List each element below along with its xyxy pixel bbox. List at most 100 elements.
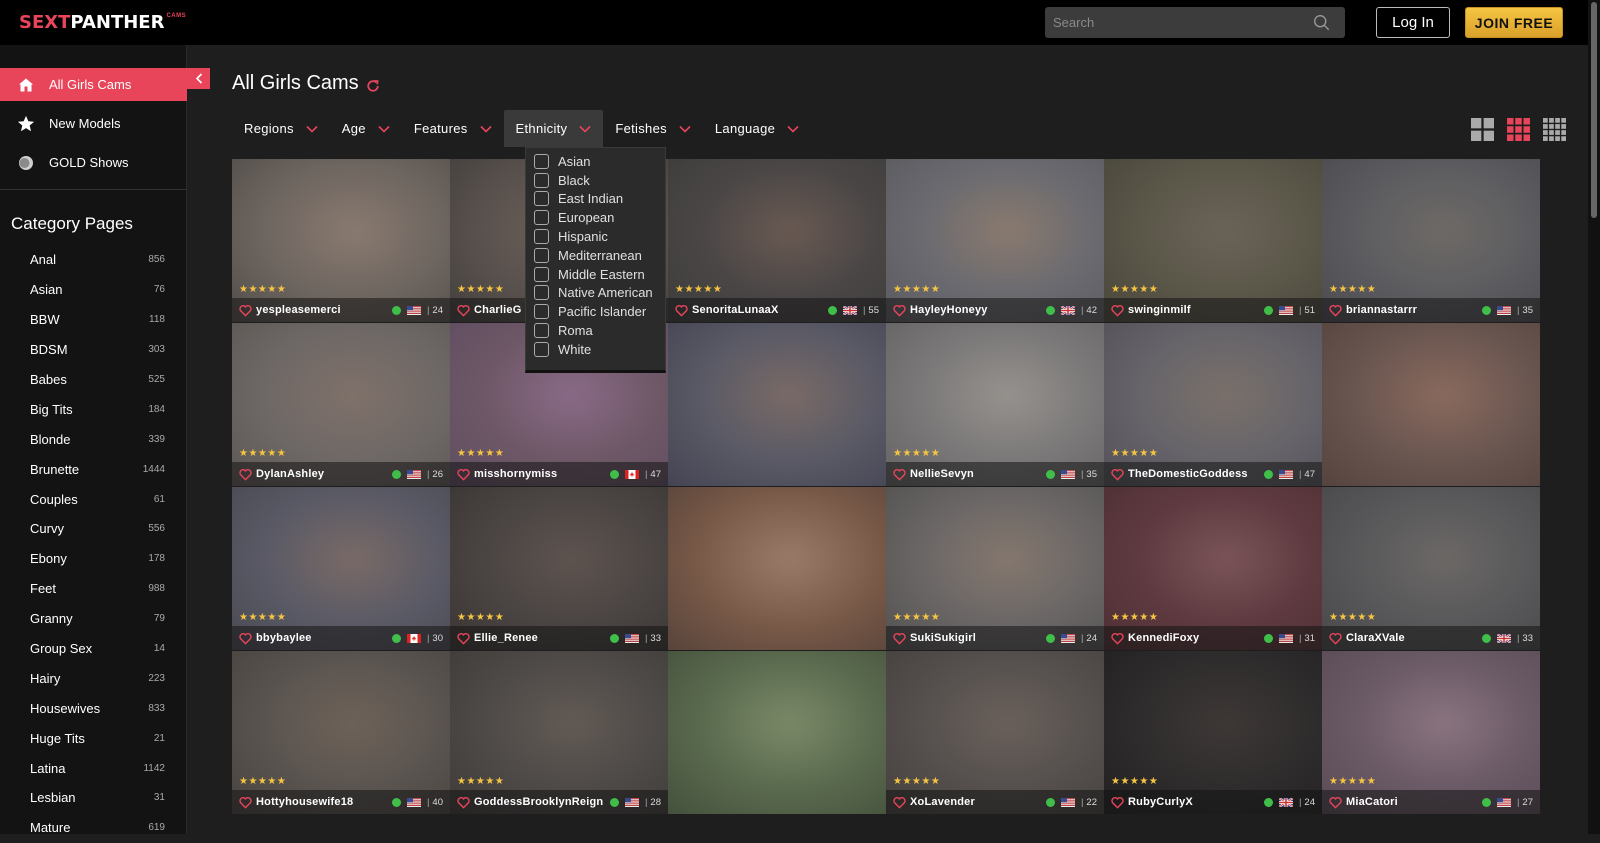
- cam-tile[interactable]: ★★★★★ swinginmilf | 51: [1104, 159, 1322, 322]
- checkbox[interactable]: [534, 323, 549, 339]
- model-name[interactable]: GoddessBrooklynReign: [474, 796, 603, 808]
- cam-tile[interactable]: ★★★★★ Ellie_Renee | 33: [450, 487, 668, 650]
- heart-icon[interactable]: [1111, 468, 1124, 481]
- model-name[interactable]: briannastarrr: [1346, 304, 1417, 316]
- heart-icon[interactable]: [1329, 632, 1342, 645]
- sidebar-nav-new-models[interactable]: New Models: [0, 107, 187, 140]
- heart-icon[interactable]: [893, 304, 906, 317]
- cam-tile[interactable]: ★★★★★ briannastarrr | 35: [1322, 159, 1540, 322]
- category-link[interactable]: Lesbian 31: [0, 783, 187, 813]
- model-name[interactable]: ClaraXVale: [1346, 632, 1405, 644]
- checkbox[interactable]: [534, 210, 549, 226]
- heart-icon[interactable]: [893, 468, 906, 481]
- model-name[interactable]: Hottyhousewife18: [256, 796, 353, 808]
- cam-tile[interactable]: [1322, 323, 1540, 486]
- cam-tile[interactable]: ★★★★★ XoLavender | 22: [886, 651, 1104, 814]
- grid-small-icon[interactable]: [1543, 118, 1566, 141]
- category-link[interactable]: BDSM 303: [0, 335, 187, 365]
- heart-icon[interactable]: [239, 632, 252, 645]
- checkbox[interactable]: [534, 172, 549, 188]
- heart-icon[interactable]: [457, 304, 470, 317]
- checkbox[interactable]: [534, 341, 549, 357]
- cam-tile[interactable]: ★★★★★ TheDomesticGoddess | 47: [1104, 323, 1322, 486]
- cam-tile[interactable]: ★★★★★ bbybaylee | 30: [232, 487, 450, 650]
- ethnicity-option[interactable]: Mediterranean: [534, 246, 642, 265]
- heart-icon[interactable]: [239, 796, 252, 809]
- model-name[interactable]: RubyCurlyX: [1128, 796, 1193, 808]
- model-name[interactable]: SukiSukigirl: [910, 632, 976, 644]
- heart-icon[interactable]: [675, 304, 688, 317]
- checkbox[interactable]: [534, 304, 549, 320]
- cam-tile[interactable]: ★★★★★ yespleasemerci | 24: [232, 159, 450, 322]
- heart-icon[interactable]: [1111, 304, 1124, 317]
- filter-age[interactable]: Age: [330, 110, 402, 147]
- sidebar-nav-gold-shows[interactable]: GOLD Shows: [0, 146, 187, 179]
- page-scrollbar[interactable]: [1588, 0, 1600, 834]
- cam-tile[interactable]: [668, 323, 886, 486]
- category-link[interactable]: Anal 856: [0, 245, 187, 275]
- checkbox[interactable]: [534, 247, 549, 263]
- ethnicity-option[interactable]: Hispanic: [534, 227, 608, 246]
- ethnicity-option[interactable]: Asian: [534, 152, 591, 171]
- checkbox[interactable]: [534, 285, 549, 301]
- filter-fetishes[interactable]: Fetishes: [603, 110, 703, 147]
- category-link[interactable]: Ebony 178: [0, 544, 187, 574]
- model-name[interactable]: misshornymiss: [474, 468, 557, 480]
- cam-tile[interactable]: ★★★★★ KennediFoxy | 31: [1104, 487, 1322, 650]
- ethnicity-option[interactable]: European: [534, 208, 614, 227]
- filter-features[interactable]: Features: [402, 110, 504, 147]
- model-name[interactable]: bbybaylee: [256, 632, 312, 644]
- cam-tile[interactable]: ★★★★★ DylanAshley | 26: [232, 323, 450, 486]
- category-link[interactable]: Mature 619: [0, 813, 187, 843]
- cam-tile[interactable]: ★★★★★ SukiSukigirl | 24: [886, 487, 1104, 650]
- model-name[interactable]: yespleasemerci: [256, 304, 341, 316]
- checkbox[interactable]: [534, 153, 549, 169]
- login-button[interactable]: Log In: [1376, 7, 1450, 38]
- model-name[interactable]: DylanAshley: [256, 468, 324, 480]
- model-name[interactable]: TheDomesticGoddess: [1128, 468, 1248, 480]
- category-link[interactable]: Big Tits 184: [0, 394, 187, 424]
- ethnicity-option[interactable]: Native American: [534, 284, 653, 303]
- ethnicity-option[interactable]: Pacific Islander: [534, 302, 646, 321]
- ethnicity-option[interactable]: Black: [534, 171, 590, 190]
- cam-tile[interactable]: ★★★★★ SenoritaLunaaX | 55: [668, 159, 886, 322]
- category-link[interactable]: Asian 76: [0, 275, 187, 305]
- grid-medium-icon[interactable]: [1507, 118, 1530, 141]
- scrollbar-thumb[interactable]: [1591, 2, 1597, 218]
- category-link[interactable]: Blonde 339: [0, 424, 187, 454]
- ethnicity-option[interactable]: East Indian: [534, 190, 623, 209]
- model-name[interactable]: NellieSevyn: [910, 468, 974, 480]
- cam-tile[interactable]: ★★★★★ HayleyHoneyy | 42: [886, 159, 1104, 322]
- model-name[interactable]: CharlieG: [474, 304, 521, 316]
- checkbox[interactable]: [534, 266, 549, 282]
- heart-icon[interactable]: [1329, 796, 1342, 809]
- model-name[interactable]: Ellie_Renee: [474, 632, 538, 644]
- cam-tile[interactable]: ★★★★★ Hottyhousewife18 | 40: [232, 651, 450, 814]
- heart-icon[interactable]: [1111, 632, 1124, 645]
- model-name[interactable]: XoLavender: [910, 796, 975, 808]
- heart-icon[interactable]: [239, 304, 252, 317]
- search-icon[interactable]: [1313, 14, 1330, 31]
- sidebar-nav-all-girls-cams[interactable]: All Girls Cams: [0, 68, 187, 101]
- cam-tile[interactable]: ★★★★★ MiaCatori | 27: [1322, 651, 1540, 814]
- filter-ethnicity[interactable]: Ethnicity: [503, 110, 604, 147]
- filter-regions[interactable]: Regions: [232, 110, 330, 147]
- cam-tile[interactable]: ★★★★★ RubyCurlyX | 24: [1104, 651, 1322, 814]
- category-link[interactable]: Huge Tits 21: [0, 723, 187, 753]
- category-link[interactable]: BBW 118: [0, 305, 187, 335]
- model-name[interactable]: swinginmilf: [1128, 304, 1191, 316]
- category-link[interactable]: Housewives 833: [0, 693, 187, 723]
- category-link[interactable]: Feet 988: [0, 574, 187, 604]
- heart-icon[interactable]: [1111, 796, 1124, 809]
- category-link[interactable]: Couples 61: [0, 484, 187, 514]
- cam-tile[interactable]: [668, 651, 886, 814]
- ethnicity-option[interactable]: Roma: [534, 321, 593, 340]
- refresh-icon[interactable]: [366, 79, 380, 93]
- category-link[interactable]: Brunette 1444: [0, 454, 187, 484]
- heart-icon[interactable]: [1329, 304, 1342, 317]
- ethnicity-option[interactable]: Middle Eastern: [534, 265, 645, 284]
- checkbox[interactable]: [534, 229, 549, 245]
- ethnicity-option[interactable]: White: [534, 340, 591, 359]
- cam-tile[interactable]: ★★★★★ ClaraXVale | 33: [1322, 487, 1540, 650]
- filter-language[interactable]: Language: [703, 110, 811, 147]
